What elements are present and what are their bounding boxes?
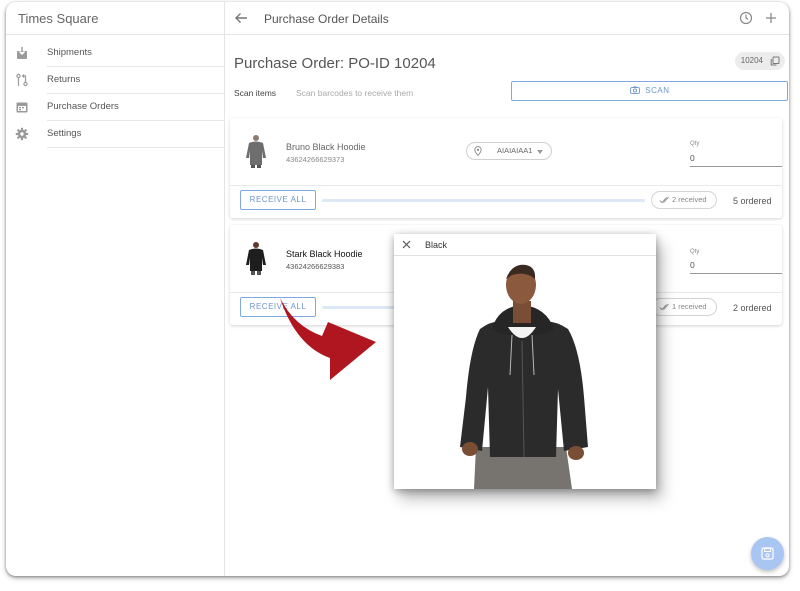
- back-arrow-icon[interactable]: [233, 11, 249, 25]
- scan-button-label: SCAN: [645, 86, 670, 95]
- product-name: Stark Black Hoodie: [286, 249, 363, 259]
- scan-button[interactable]: SCAN: [511, 81, 788, 101]
- chevron-down-icon: [537, 150, 543, 154]
- received-chip: 1 received: [651, 298, 717, 316]
- sidebar-item-label: Returns: [47, 74, 81, 85]
- ordered-count: 2 ordered: [733, 303, 772, 313]
- divider: [230, 185, 782, 186]
- page-header-title: Purchase Order Details: [264, 12, 389, 26]
- scan-hint-text: Scan barcodes to receive them: [296, 88, 414, 98]
- received-text: 1 received: [672, 302, 707, 311]
- qty-input[interactable]: 0: [690, 260, 695, 270]
- product-sku: 43624266629373: [286, 155, 345, 164]
- qty-underline: [690, 166, 782, 167]
- sidebar-item-label: Shipments: [47, 47, 92, 58]
- returns-icon: [16, 73, 28, 87]
- double-check-icon: [659, 303, 669, 311]
- sidebar: Times Square Shipments Returns Purchase …: [6, 2, 225, 576]
- sidebar-item-label: Settings: [47, 128, 82, 139]
- scan-items-label: Scan items: [234, 88, 277, 98]
- save-fab-button[interactable]: [751, 537, 784, 570]
- location-pin-icon: [474, 146, 482, 156]
- shipment-icon: [17, 47, 27, 59]
- gear-icon: [15, 127, 29, 141]
- top-bar: Purchase Order Details: [225, 2, 789, 35]
- divider: [47, 147, 225, 148]
- qty-underline: [690, 273, 782, 274]
- sidebar-item-shipments[interactable]: Shipments: [6, 40, 225, 67]
- ordered-count: 5 ordered: [733, 196, 772, 206]
- received-chip: 2 received: [651, 191, 717, 209]
- product-name: Bruno Black Hoodie: [286, 142, 366, 152]
- close-icon[interactable]: [402, 240, 411, 249]
- popup-title: Black: [425, 240, 448, 250]
- calendar-icon: [16, 102, 28, 113]
- annotation-arrow-icon: [280, 298, 376, 380]
- sidebar-item-purchase-orders[interactable]: Purchase Orders: [6, 94, 225, 121]
- product-sku: 43624266629383: [286, 262, 345, 271]
- history-clock-icon[interactable]: [739, 11, 753, 25]
- page-title: Purchase Order: PO-ID 10204: [234, 55, 436, 72]
- receive-progress-bar: [322, 199, 645, 202]
- order-id-text: 10204: [740, 56, 763, 65]
- product-thumbnail[interactable]: [244, 241, 268, 275]
- order-item-card: Bruno Black Hoodie 43624266629373 AIAIAI…: [230, 118, 782, 218]
- qty-input[interactable]: 0: [690, 153, 695, 163]
- add-icon[interactable]: [764, 11, 778, 25]
- camera-icon: [629, 86, 640, 94]
- receive-all-button[interactable]: RECEIVE ALL: [240, 190, 316, 210]
- location-value: AIAIAIAA1: [497, 146, 533, 155]
- product-thumbnail[interactable]: [244, 134, 268, 168]
- copy-icon[interactable]: [770, 56, 780, 66]
- qty-label: Qty: [690, 141, 700, 147]
- order-id-chip[interactable]: 10204: [734, 52, 785, 70]
- sidebar-item-label: Purchase Orders: [47, 101, 119, 112]
- product-image: [394, 257, 656, 489]
- location-select[interactable]: AIAIAIAA1: [466, 142, 552, 160]
- qty-label: Qty: [690, 249, 700, 255]
- app-title: Times Square: [6, 2, 224, 35]
- popup-header: Black: [394, 234, 656, 256]
- received-text: 2 received: [672, 195, 707, 204]
- save-icon: [761, 547, 774, 560]
- variant-image-popup: Black: [394, 234, 656, 489]
- sidebar-item-settings[interactable]: Settings: [6, 121, 225, 148]
- double-check-icon: [659, 196, 669, 204]
- sidebar-item-returns[interactable]: Returns: [6, 67, 225, 94]
